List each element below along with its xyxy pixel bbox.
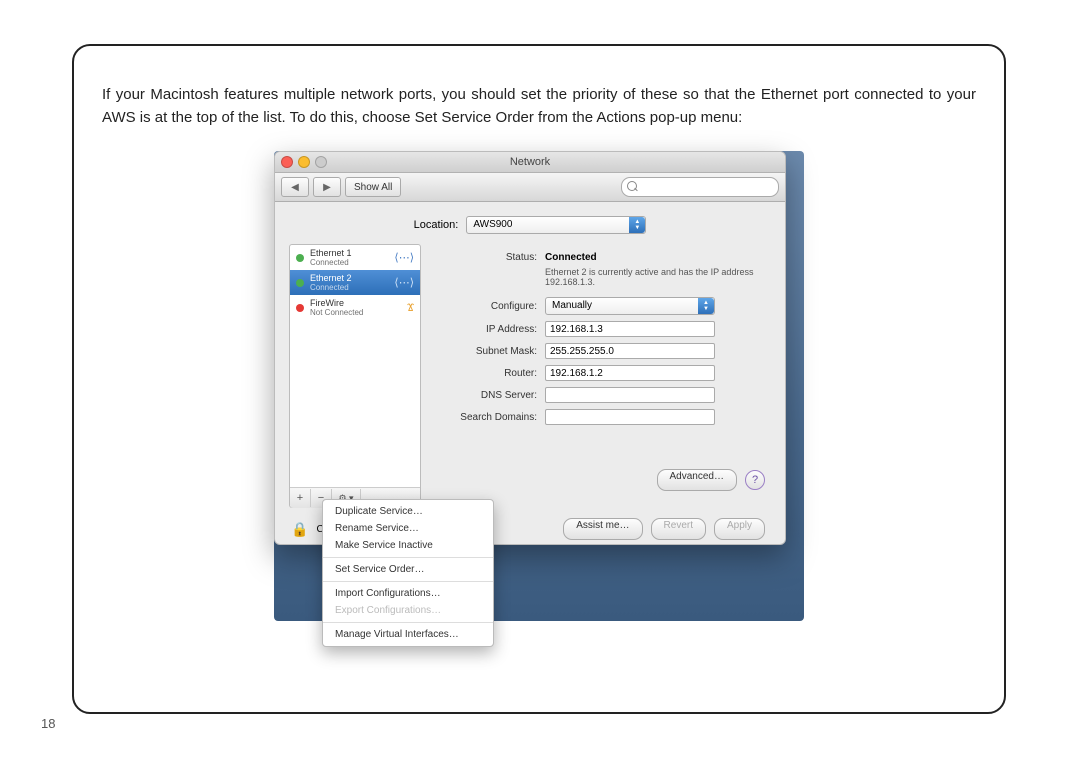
search-input[interactable] xyxy=(621,177,779,197)
lock-icon[interactable]: 🔒 xyxy=(291,521,308,538)
search-domains-label: Search Domains: xyxy=(437,412,537,423)
ethernet-icon: ⟨⋯⟩ xyxy=(394,251,414,264)
apply-button[interactable]: Apply xyxy=(714,518,765,540)
page-frame: If your Macintosh features multiple netw… xyxy=(72,44,1006,714)
sidebar-item-firewire[interactable]: FireWire Not Connected Ϫ xyxy=(290,295,420,320)
status-dot-icon xyxy=(296,279,304,287)
location-row: Location: AWS900 ▲▼ xyxy=(275,202,785,244)
location-label: Location: xyxy=(414,219,459,231)
ethernet-icon: ⟨⋯⟩ xyxy=(394,276,414,289)
window-titlebar: Network xyxy=(275,152,785,173)
actions-popup-menu: Duplicate Service… Rename Service… Make … xyxy=(322,499,494,647)
router-input[interactable] xyxy=(545,365,715,381)
assist-me-button[interactable]: Assist me… xyxy=(563,518,642,540)
status-note: Ethernet 2 is currently active and has t… xyxy=(545,267,755,287)
dns-label: DNS Server: xyxy=(437,390,537,401)
forward-button[interactable]: ▶ xyxy=(313,177,341,197)
menu-import-config[interactable]: Import Configurations… xyxy=(323,585,493,602)
menu-make-inactive[interactable]: Make Service Inactive xyxy=(323,537,493,554)
status-value: Connected xyxy=(545,252,597,263)
menu-manage-virtual[interactable]: Manage Virtual Interfaces… xyxy=(323,626,493,643)
advanced-button[interactable]: Advanced… xyxy=(657,469,737,491)
ip-address-input[interactable] xyxy=(545,321,715,337)
add-service-button[interactable]: + xyxy=(290,489,311,507)
chevron-updown-icon: ▲▼ xyxy=(629,217,645,233)
zoom-icon[interactable] xyxy=(315,156,327,168)
status-dot-icon xyxy=(296,254,304,262)
configure-label: Configure: xyxy=(437,301,537,312)
dns-server-input[interactable] xyxy=(545,387,715,403)
menu-export-config: Export Configurations… xyxy=(323,602,493,619)
router-label: Router: xyxy=(437,368,537,379)
service-sidebar: Ethernet 1 Connected ⟨⋯⟩ Ethernet 2 Conn… xyxy=(289,244,421,508)
menu-duplicate-service[interactable]: Duplicate Service… xyxy=(323,503,493,520)
close-icon[interactable] xyxy=(281,156,293,168)
chevron-updown-icon: ▲▼ xyxy=(698,298,714,314)
revert-button[interactable]: Revert xyxy=(651,518,706,540)
menu-rename-service[interactable]: Rename Service… xyxy=(323,520,493,537)
search-domains-input[interactable] xyxy=(545,409,715,425)
sidebar-item-ethernet1[interactable]: Ethernet 1 Connected ⟨⋯⟩ xyxy=(290,245,420,270)
network-window: Network ◀ ▶ Show All Location: AWS900 ▲▼ xyxy=(274,151,786,545)
location-select[interactable]: AWS900 ▲▼ xyxy=(466,216,646,234)
sidebar-item-ethernet2[interactable]: Ethernet 2 Connected ⟨⋯⟩ xyxy=(290,270,420,295)
subnet-label: Subnet Mask: xyxy=(437,346,537,357)
toolbar: ◀ ▶ Show All xyxy=(275,173,785,202)
subnet-mask-input[interactable] xyxy=(545,343,715,359)
detail-pane: Status: Connected Ethernet 2 is currentl… xyxy=(421,244,785,508)
traffic-lights xyxy=(281,156,327,168)
screenshot: Network ◀ ▶ Show All Location: AWS900 ▲▼ xyxy=(274,151,804,621)
show-all-button[interactable]: Show All xyxy=(345,177,401,197)
ip-label: IP Address: xyxy=(437,324,537,335)
help-button[interactable]: ? xyxy=(745,470,765,490)
instruction-text: If your Macintosh features multiple netw… xyxy=(102,84,976,129)
menu-set-service-order[interactable]: Set Service Order… xyxy=(323,561,493,578)
status-label: Status: xyxy=(437,252,537,263)
window-title: Network xyxy=(510,156,550,168)
configure-select[interactable]: Manually ▲▼ xyxy=(545,297,715,315)
firewire-icon: Ϫ xyxy=(407,302,414,314)
status-dot-icon xyxy=(296,304,304,312)
back-button[interactable]: ◀ xyxy=(281,177,309,197)
minimize-icon[interactable] xyxy=(298,156,310,168)
page-number: 18 xyxy=(41,716,55,731)
